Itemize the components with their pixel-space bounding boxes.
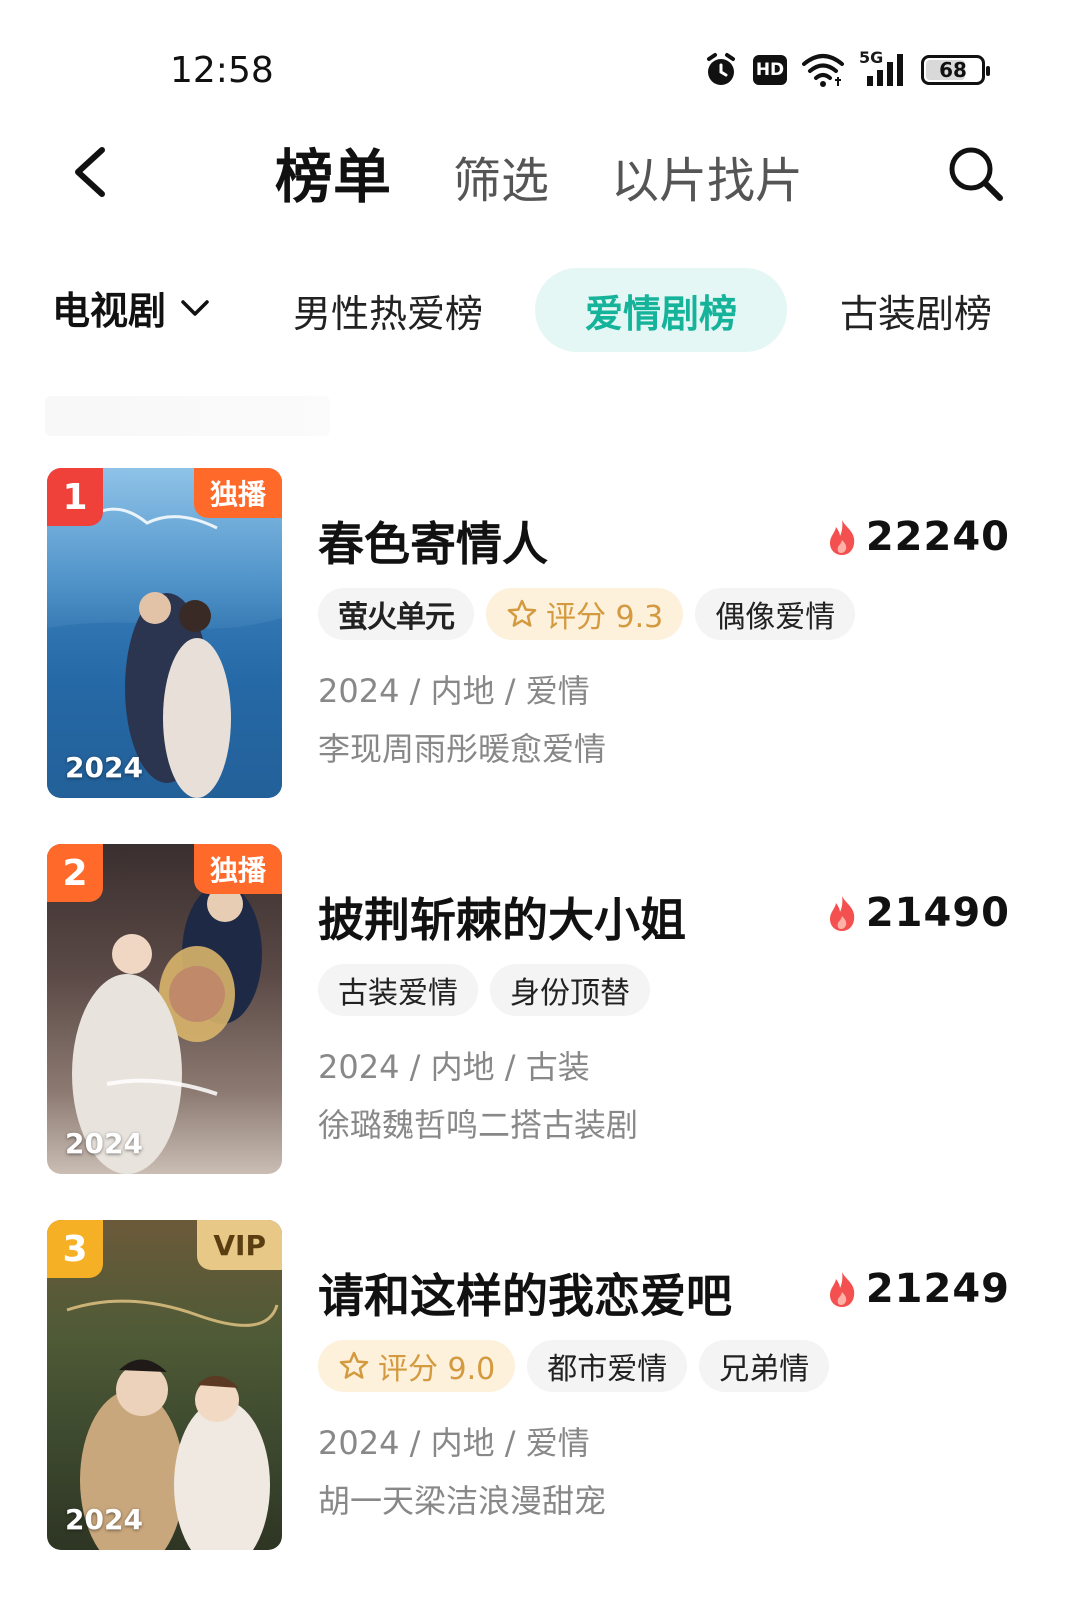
status-bar: 12:58 HD 5G 68 (0, 0, 1080, 130)
rating-tag[interactable]: 评分 9.3 (486, 588, 684, 640)
heat-value: 21249 (865, 1266, 1010, 1312)
poster[interactable]: 3 VIP 2024 (47, 1220, 282, 1550)
poster-year: 2024 (65, 751, 143, 784)
rank-badge: 1 (47, 468, 103, 526)
back-button[interactable] (60, 142, 120, 202)
tag-label: 萤火单元 (338, 600, 455, 635)
list-item[interactable]: 2 独播 2024 披荆斩棘的大小姐 21490 古装爱情 身份顶替 2024 … (0, 844, 1080, 1174)
tag-label: 身份顶替 (510, 976, 630, 1011)
tag-label: 都市爱情 (547, 1352, 668, 1387)
heat-score: 22240 (826, 514, 1010, 560)
category-pill-costume[interactable]: 古装剧榜 (816, 268, 1016, 352)
category-pill-male-favorites[interactable]: 男性热爱榜 (268, 268, 508, 352)
tag[interactable]: 古装爱情 (318, 964, 478, 1016)
signal-5g-icon: 5G (859, 48, 907, 88)
wifi-icon (801, 52, 845, 88)
tag-list: 评分 9.0 都市爱情 兄弟情 (318, 1340, 830, 1392)
item-title[interactable]: 披荆斩棘的大小姐 (318, 884, 686, 950)
status-icons: HD 5G 68 (703, 48, 990, 92)
tab-rankings[interactable]: 榜单 (275, 130, 391, 214)
battery-level: 68 (939, 58, 967, 82)
heat-score: 21249 (826, 1266, 1010, 1312)
poster[interactable]: 2 独播 2024 (47, 844, 282, 1174)
tag[interactable]: 身份顶替 (490, 964, 650, 1016)
exclusive-badge: 独播 (193, 468, 282, 518)
poster[interactable]: 1 独播 2024 (47, 468, 282, 798)
chevron-down-icon (181, 299, 209, 316)
item-title[interactable]: 春色寄情人 (318, 508, 548, 574)
poster-year: 2024 (65, 1503, 143, 1536)
header: 榜单 筛选 以片找片 (0, 120, 1080, 230)
network-label: 5G (859, 48, 884, 67)
tag[interactable]: 都市爱情 (527, 1340, 688, 1392)
tag-label: 古装爱情 (338, 976, 458, 1011)
fire-icon (829, 896, 855, 931)
heat-value: 22240 (865, 514, 1010, 560)
category-dropdown-label: 电视剧 (52, 289, 167, 333)
item-description: 李现周雨彤暖愈爱情 (318, 730, 607, 768)
status-time: 12:58 (170, 50, 274, 91)
tag[interactable]: 萤火单元 (318, 588, 474, 640)
chevron-left-icon (75, 147, 105, 197)
tag[interactable]: 偶像爱情 (695, 588, 856, 640)
rating-tag[interactable]: 评分 9.0 (318, 1340, 516, 1392)
tab-find-by-film[interactable]: 以片找片 (611, 141, 803, 211)
search-icon (949, 147, 1003, 201)
item-description: 胡一天梁洁浪漫甜宠 (318, 1482, 607, 1520)
hd-icon: HD (753, 55, 787, 85)
item-description: 徐璐魏哲鸣二搭古装剧 (318, 1106, 639, 1144)
item-meta: 2024 / 内地 / 爱情 (318, 1424, 590, 1462)
vip-badge: VIP (197, 1220, 282, 1270)
rating-label: 评分 9.0 (378, 1352, 496, 1387)
poster-year: 2024 (65, 1127, 143, 1160)
star-outline-icon (339, 1351, 369, 1379)
tag-list: 萤火单元 评分 9.3 偶像爱情 (318, 588, 856, 640)
tag-list: 古装爱情 身份顶替 (318, 964, 650, 1016)
item-meta: 2024 / 内地 / 古装 (318, 1048, 590, 1086)
heat-value: 21490 (865, 890, 1010, 936)
star-outline-icon (507, 599, 537, 627)
category-dropdown[interactable]: 电视剧 (52, 280, 210, 335)
tag-label: 偶像爱情 (715, 600, 836, 635)
alarm-icon (703, 52, 739, 88)
exclusive-badge: 独播 (193, 844, 282, 894)
tab-filter[interactable]: 筛选 (453, 141, 549, 211)
tag[interactable]: 兄弟情 (699, 1340, 830, 1392)
category-bar: 电视剧 男性热爱榜 爱情剧榜 古装剧榜 (0, 268, 1080, 358)
category-pill-romance[interactable]: 爱情剧榜 (535, 268, 787, 352)
list-item[interactable]: 3 VIP 2024 请和这样的我恋爱吧 21249 评分 9.0 都市爱情 兄… (0, 1220, 1080, 1550)
item-meta: 2024 / 内地 / 爱情 (318, 672, 590, 710)
search-button[interactable] (944, 142, 1008, 206)
battery-icon: 68 (921, 55, 990, 85)
fire-icon (829, 1272, 855, 1307)
rank-badge: 2 (47, 844, 103, 902)
rating-label: 评分 9.3 (546, 600, 664, 635)
item-title[interactable]: 请和这样的我恋爱吧 (318, 1260, 732, 1326)
list-item[interactable]: 1 独播 2024 春色寄情人 22240 萤火单元 评分 9.3 偶像爱情 2… (0, 468, 1080, 798)
tag-label: 兄弟情 (719, 1352, 810, 1387)
rank-badge: 3 (47, 1220, 103, 1278)
fire-icon (829, 520, 855, 555)
faded-subtitle (45, 396, 330, 436)
top-tabs: 榜单 筛选 以片找片 (275, 130, 865, 214)
heat-score: 21490 (826, 890, 1010, 936)
